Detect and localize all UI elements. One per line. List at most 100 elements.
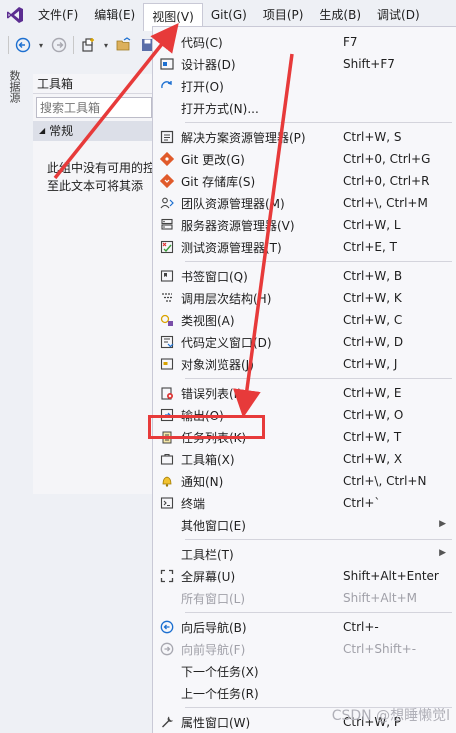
side-tab-label: 数据源 xyxy=(8,70,21,103)
menu-item-shortcut: Ctrl+E, T xyxy=(343,240,397,254)
menu-edit[interactable]: 编辑(E) xyxy=(86,3,143,27)
navigate-back-icon xyxy=(153,616,181,638)
dropdown-chevron-icon[interactable]: ▾ xyxy=(102,35,110,55)
menu-item-icon-slot xyxy=(153,97,181,119)
menu-item-label: 工具栏(T) xyxy=(181,547,234,562)
code-definition-icon xyxy=(153,331,181,353)
toolbox-empty-line: 至此文本可将其添 xyxy=(47,179,144,193)
menu-item-label: 输出(O) xyxy=(181,408,224,423)
menu-item-shortcut: Ctrl+W, J xyxy=(343,357,398,371)
menu-item-label: 错误列表(I) xyxy=(181,386,242,401)
menu-item[interactable]: 向后导航(B) Ctrl+- xyxy=(153,616,456,638)
menu-item[interactable]: 类视图(A) Ctrl+W, C xyxy=(153,309,456,331)
toolbox-empty-message: 此组中没有可用的控 至此文本可将其添 xyxy=(33,141,155,195)
menu-item[interactable]: 输出(O) Ctrl+W, O xyxy=(153,404,456,426)
menu-item[interactable]: 下一个任务(X) xyxy=(153,660,456,682)
menu-item-label: 对象浏览器(J) xyxy=(181,357,254,372)
git-repository-icon xyxy=(153,170,181,192)
csdn-watermark: CSDN @想睡懒觉l xyxy=(331,708,450,724)
menu-item-shortcut: Ctrl+W, C xyxy=(343,313,403,327)
team-explorer-icon xyxy=(153,192,181,214)
menu-project[interactable]: 项目(P) xyxy=(255,3,312,27)
menu-item-label: 下一个任务(X) xyxy=(181,664,259,679)
menu-item[interactable]: 错误列表(I) Ctrl+W, E xyxy=(153,382,456,404)
menu-item-shortcut: F7 xyxy=(343,35,358,49)
menu-item[interactable]: 任务列表(K) Ctrl+W, T xyxy=(153,426,456,448)
menu-item[interactable]: 上一个任务(R) xyxy=(153,682,456,704)
menu-file[interactable]: 文件(F) xyxy=(30,3,86,27)
toolbox-title: 工具箱 xyxy=(33,74,153,94)
menu-item[interactable]: 设计器(D) Shift+F7 xyxy=(153,53,456,75)
menu-item[interactable]: 代码(C) F7 xyxy=(153,31,456,53)
menu-item-label: 解决方案资源管理器(P) xyxy=(181,130,306,145)
menu-item[interactable]: 团队资源管理器(M) Ctrl+\, Ctrl+M xyxy=(153,192,456,214)
menu-item[interactable]: 全屏幕(U) Shift+Alt+Enter xyxy=(153,565,456,587)
bookmark-icon xyxy=(153,265,181,287)
menu-item-label: 设计器(D) xyxy=(181,57,236,72)
forward-nav-icon[interactable] xyxy=(49,35,69,55)
task-list-icon xyxy=(153,426,181,448)
menu-item: 所有窗口(L) Shift+Alt+M xyxy=(153,587,456,609)
test-explorer-icon xyxy=(153,236,181,258)
toolbox-group-general[interactable]: ◢ 常规 xyxy=(33,121,153,141)
menu-item-shortcut: Ctrl+W, B xyxy=(343,269,403,283)
menu-item[interactable]: 终端 Ctrl+` xyxy=(153,492,456,514)
menu-item-label: 任务列表(K) xyxy=(181,430,247,445)
call-hierarchy-icon xyxy=(153,287,181,309)
menu-item[interactable]: 打开(O) xyxy=(153,75,456,97)
open-icon xyxy=(153,75,181,97)
menu-item-label: 所有窗口(L) xyxy=(181,591,246,606)
dropdown-chevron-icon[interactable]: ▾ xyxy=(37,35,45,55)
menu-item[interactable]: 对象浏览器(J) Ctrl+W, J xyxy=(153,353,456,375)
menu-item-icon-slot xyxy=(153,514,181,536)
menu-item-shortcut: Ctrl+W, S xyxy=(343,130,402,144)
class-view-icon xyxy=(153,309,181,331)
menu-item-label: Git 存储库(S) xyxy=(181,174,256,189)
menu-item-label: 其他窗口(E) xyxy=(181,518,246,533)
visual-studio-logo-icon[interactable] xyxy=(0,0,30,30)
designer-icon xyxy=(153,53,181,75)
code-icon xyxy=(153,31,181,53)
menu-item-shortcut: Ctrl+0, Ctrl+R xyxy=(343,174,430,188)
menu-item[interactable]: 通知(N) Ctrl+\, Ctrl+N xyxy=(153,470,456,492)
menu-separator xyxy=(185,261,452,262)
menu-item[interactable]: Git 更改(G) Ctrl+0, Ctrl+G xyxy=(153,148,456,170)
menu-item-label: Git 更改(G) xyxy=(181,152,245,167)
menu-separator xyxy=(185,122,452,123)
menu-item[interactable]: 代码定义窗口(D) Ctrl+W, D xyxy=(153,331,456,353)
menu-item-label: 向前导航(F) xyxy=(181,642,246,657)
menu-item[interactable]: 打开方式(N)... xyxy=(153,97,456,119)
back-nav-icon[interactable] xyxy=(13,35,33,55)
server-explorer-icon xyxy=(153,214,181,236)
menu-item-label: 服务器资源管理器(V) xyxy=(181,218,295,233)
menu-item: 向前导航(F) Ctrl+Shift+- xyxy=(153,638,456,660)
open-folder-icon[interactable] xyxy=(114,35,134,55)
properties-wrench-icon xyxy=(153,711,181,733)
new-project-icon[interactable] xyxy=(78,35,98,55)
menu-debug[interactable]: 调试(D) xyxy=(369,3,428,27)
error-list-icon xyxy=(153,382,181,404)
menu-item[interactable]: 解决方案资源管理器(P) Ctrl+W, S xyxy=(153,126,456,148)
menu-item-label: 全屏幕(U) xyxy=(181,569,236,584)
menu-item[interactable]: 调用层次结构(H) Ctrl+W, K xyxy=(153,287,456,309)
menu-item-label: 打开(O) xyxy=(181,79,224,94)
menu-item-shortcut: Ctrl+W, D xyxy=(343,335,404,349)
menu-item[interactable]: 其他窗口(E) ▶ xyxy=(153,514,456,536)
data-sources-side-tab[interactable]: 数据源 xyxy=(6,70,28,130)
menu-item-label: 向后导航(B) xyxy=(181,620,247,635)
view-menu-dropdown: 代码(C) F7 设计器(D) Shift+F7 打开(O) 打开方式(N)... 解决方案… xyxy=(152,26,456,733)
menu-item-label: 通知(N) xyxy=(181,474,224,489)
menu-item[interactable]: Git 存储库(S) Ctrl+0, Ctrl+R xyxy=(153,170,456,192)
git-changes-icon xyxy=(153,148,181,170)
menu-item[interactable]: 书签窗口(Q) Ctrl+W, B xyxy=(153,265,456,287)
toolbox-search-input[interactable] xyxy=(36,97,152,118)
menu-item[interactable]: 工具箱(X) Ctrl+W, X xyxy=(153,448,456,470)
menu-git[interactable]: Git(G) xyxy=(203,3,255,27)
menu-item[interactable]: 服务器资源管理器(V) Ctrl+W, L xyxy=(153,214,456,236)
menu-separator xyxy=(185,378,452,379)
menu-item[interactable]: 测试资源管理器(T) Ctrl+E, T xyxy=(153,236,456,258)
menu-separator xyxy=(185,612,452,613)
menu-item[interactable]: 工具栏(T) ▶ xyxy=(153,543,456,565)
menu-item-shortcut: Shift+Alt+Enter xyxy=(343,569,439,583)
menu-build[interactable]: 生成(B) xyxy=(311,3,369,27)
